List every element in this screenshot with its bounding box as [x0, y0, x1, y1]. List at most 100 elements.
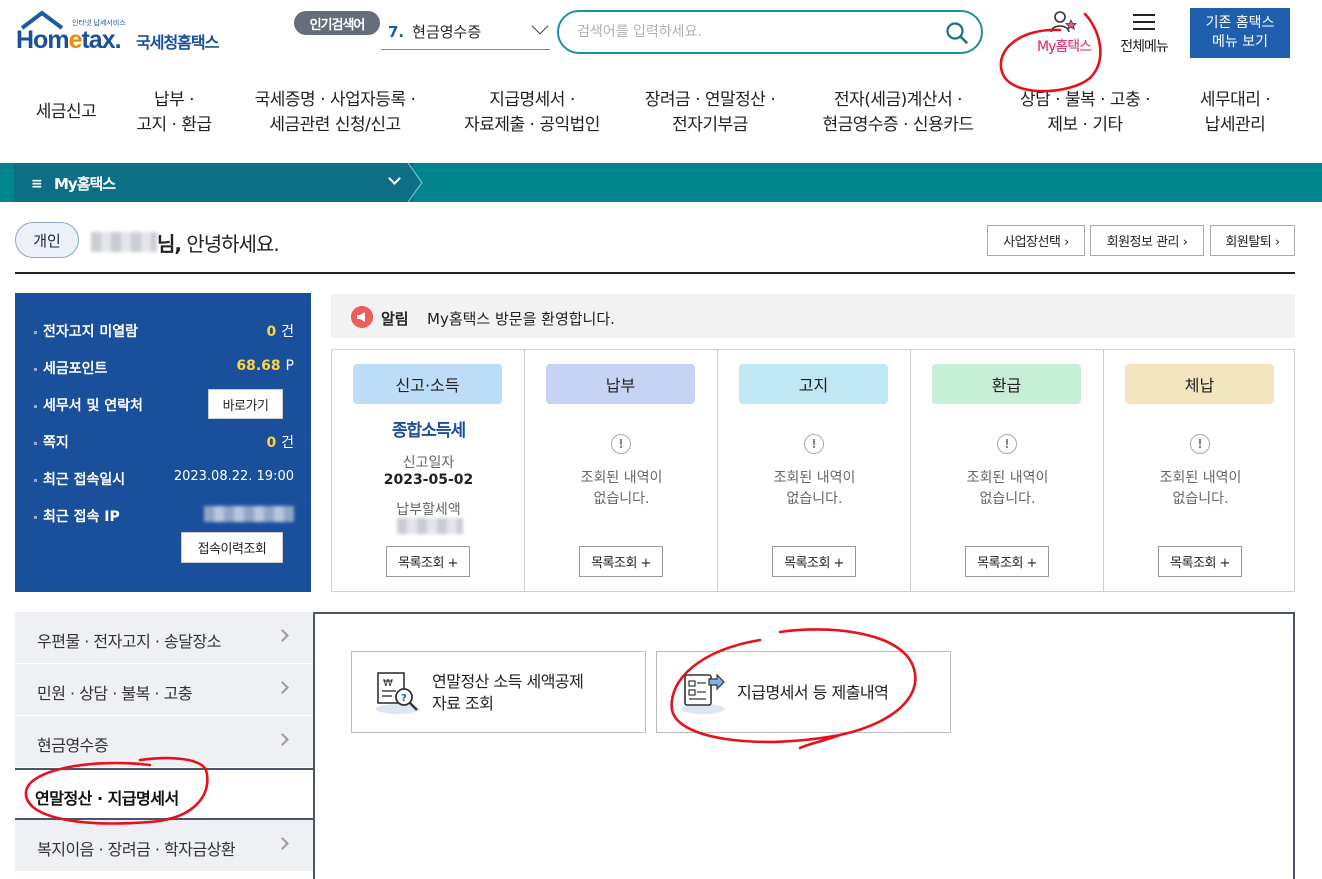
won-document-search-icon: ₩ ?: [376, 672, 420, 714]
my-hometax-label: My홈택스: [1036, 39, 1092, 55]
statement-submission-card[interactable]: 지급명세서 등 제출내역: [656, 651, 951, 733]
svg-text:?: ?: [401, 693, 407, 704]
info-unread-notice: 전자고지 미열람 0 건: [34, 321, 294, 341]
info-exclamation-icon: !: [804, 434, 824, 454]
side-item-civil[interactable]: 민원 · 상담 · 불복 · 고충: [15, 664, 315, 716]
side-item-mail[interactable]: 우편물 · 전자고지 · 송달장소: [15, 612, 315, 664]
info-last-access: 최근 접속일시 2023.08.22. 19:00: [34, 469, 294, 489]
popular-search-badge: 인기검색어: [294, 11, 380, 35]
info-exclamation-icon: !: [997, 434, 1017, 454]
my-hometax-button[interactable]: My홈택스: [1028, 10, 1100, 56]
tax-name[interactable]: 종합소득세: [332, 416, 525, 441]
popular-term: 현금영수증: [412, 23, 482, 41]
notice-label: 알림: [381, 310, 409, 328]
bar-hamburger-icon: ≡: [31, 176, 43, 192]
status-col-refund: 환급 ! 조회된 내역이 없습니다. 목록조회 +: [911, 350, 1104, 591]
side-item-cash-receipt[interactable]: 현금영수증: [15, 716, 315, 768]
greeting-text: 님, 안녕하세요.: [157, 232, 280, 256]
info-exclamation-icon: !: [611, 434, 631, 454]
gnb-payment-statement[interactable]: 지급명세서 · 자료제출 · 공익법인: [446, 88, 618, 138]
hometax-logo[interactable]: 인터넷 납세서비스 Hometax. 국세청홈택스: [16, 8, 236, 58]
notice-bar: 알림 My홈택스 방문을 환영합니다.: [331, 294, 1295, 338]
status-head: 납부: [546, 364, 695, 404]
card-label: 지급명세서 등 제출내역: [737, 683, 889, 702]
status-head: 체납: [1125, 364, 1274, 404]
chevron-right-icon: [276, 629, 289, 642]
go-tax-office-button[interactable]: 바로가기: [208, 389, 283, 419]
member-info-button[interactable]: 회원정보 관리 ›: [1090, 225, 1204, 256]
user-star-icon: [1050, 11, 1078, 33]
popular-search-select[interactable]: 7. 현금영수증: [381, 14, 550, 50]
notice-text: My홈택스 방문을 환영합니다.: [427, 310, 615, 328]
global-nav: 세금신고 납부 · 고지 · 환급 국세증명 · 사업자등록 · 세금관련 신청…: [0, 80, 1322, 152]
gnb-payment[interactable]: 납부 · 고지 · 환급: [124, 88, 224, 138]
content-panel: ₩ ? 연말정산 소득 세액공제 자료 조회 지급명세서 등 제출내역: [313, 612, 1295, 879]
info-exclamation-icon: !: [1190, 434, 1210, 454]
status-head: 환급: [932, 364, 1081, 404]
status-head: 고지: [739, 364, 888, 404]
info-tax-point: 세금포인트 68.68 P: [34, 358, 294, 378]
empty-text: 조회된 내역이 없습니다.: [580, 470, 663, 507]
my-hometax-bar-label: My홈택스: [54, 175, 116, 193]
chevron-down-icon: [531, 17, 549, 35]
masked-amount: [397, 518, 463, 534]
all-menu-label: 전체메뉴: [1120, 39, 1169, 55]
list-view-button[interactable]: 목록조회 +: [772, 546, 856, 577]
deduction-lookup-card[interactable]: ₩ ? 연말정산 소득 세액공제 자료 조회: [351, 651, 646, 733]
search-icon[interactable]: [945, 21, 969, 45]
side-item-year-end[interactable]: 연말정산 · 지급명세서: [15, 768, 319, 820]
header: 인터넷 납세서비스 Hometax. 국세청홈택스 인기검색어 7. 현금영수증…: [0, 0, 1322, 64]
chevron-right-icon: [276, 837, 289, 850]
empty-text: 조회된 내역이 없습니다.: [966, 470, 1049, 507]
gnb-incentive[interactable]: 장려금 · 연말정산 · 전자기부금: [632, 88, 788, 138]
list-view-button[interactable]: 목록조회 +: [579, 546, 663, 577]
select-business-button[interactable]: 사업장선택 ›: [987, 225, 1085, 256]
gnb-tax-report[interactable]: 세금신고: [28, 100, 104, 125]
status-col-payment: 납부 ! 조회된 내역이 없습니다. 목록조회 +: [525, 350, 718, 591]
masked-ip: [204, 506, 294, 522]
status-grid: 신고·소득 종합소득세 신고일자 2023-05-02 납부할세액 목록조회 +…: [331, 349, 1295, 592]
list-view-button[interactable]: 목록조회 +: [965, 546, 1049, 577]
access-history-button[interactable]: 접속이력조회: [181, 532, 283, 563]
search-input[interactable]: [577, 21, 917, 43]
info-message: 쪽지 0 건: [34, 432, 294, 452]
gnb-e-invoice[interactable]: 전자(세금)계산서 · 현금영수증 · 신용카드: [806, 88, 990, 138]
greeting-area: 개인 님, 안녕하세요. 사업장선택 › 회원정보 관리 › 회원탈퇴 ›: [15, 222, 1295, 274]
status-col-report: 신고·소득 종합소득세 신고일자 2023-05-02 납부할세액 목록조회 +: [332, 350, 525, 591]
masked-user-name: [91, 232, 157, 252]
megaphone-icon: [351, 306, 373, 328]
side-menu: 우편물 · 전자고지 · 송달장소 민원 · 상담 · 불복 · 고충 현금영수…: [15, 612, 319, 879]
status-col-notice: 고지 ! 조회된 내역이 없습니다. 목록조회 +: [718, 350, 911, 591]
report-date-label: 신고일자: [402, 455, 455, 471]
user-type-badge: 개인: [15, 222, 79, 258]
status-col-arrears: 체납 ! 조회된 내역이 없습니다. 목록조회 +: [1104, 350, 1296, 591]
empty-text: 조회된 내역이 없습니다.: [773, 470, 856, 507]
card-label: 연말정산 소득 세액공제 자료 조회: [432, 672, 584, 713]
list-view-button[interactable]: 목록조회 +: [386, 546, 470, 577]
user-info-panel: 전자고지 미열람 0 건 세금포인트 68.68 P 세무서 및 연락처 바로가…: [15, 293, 311, 592]
document-send-icon: [681, 673, 725, 714]
list-view-button[interactable]: 목록조회 +: [1158, 546, 1242, 577]
empty-text: 조회된 내역이 없습니다.: [1159, 470, 1242, 507]
report-date-value: 2023-05-02: [383, 472, 474, 488]
gnb-tax-agent[interactable]: 세무대리 · 납세관리: [1180, 88, 1290, 138]
my-hometax-bar: ≡ My홈택스: [0, 163, 1322, 202]
logo-wordmark: Hometax.: [16, 26, 122, 54]
side-item-welfare[interactable]: 복지이음 · 장려금 · 학자금상환: [15, 820, 315, 872]
breadcrumb-arrow-icon: [406, 163, 423, 202]
chevron-right-icon: [276, 681, 289, 694]
info-last-ip: 최근 접속 IP: [34, 506, 294, 526]
withdraw-button[interactable]: 회원탈퇴 ›: [1210, 225, 1295, 256]
svg-text:₩: ₩: [383, 678, 393, 689]
logo-subtitle: 국세청홈택스: [136, 33, 219, 52]
chevron-right-icon: [276, 733, 289, 746]
all-menu-button[interactable]: 전체메뉴: [1112, 10, 1176, 56]
gnb-consult[interactable]: 상담 · 불복 · 고충 · 제보 · 기타: [1004, 88, 1166, 138]
gnb-certificate[interactable]: 국세증명 · 사업자등록 · 세금관련 신청/신고: [240, 88, 430, 138]
popular-rank: 7.: [388, 22, 405, 41]
old-menu-button[interactable]: 기존 홈택스 메뉴 보기: [1190, 8, 1290, 58]
hamburger-icon: [1133, 14, 1155, 30]
search-box: [557, 10, 983, 54]
status-head: 신고·소득: [353, 364, 502, 404]
amount-label: 납부할세액: [396, 502, 461, 518]
